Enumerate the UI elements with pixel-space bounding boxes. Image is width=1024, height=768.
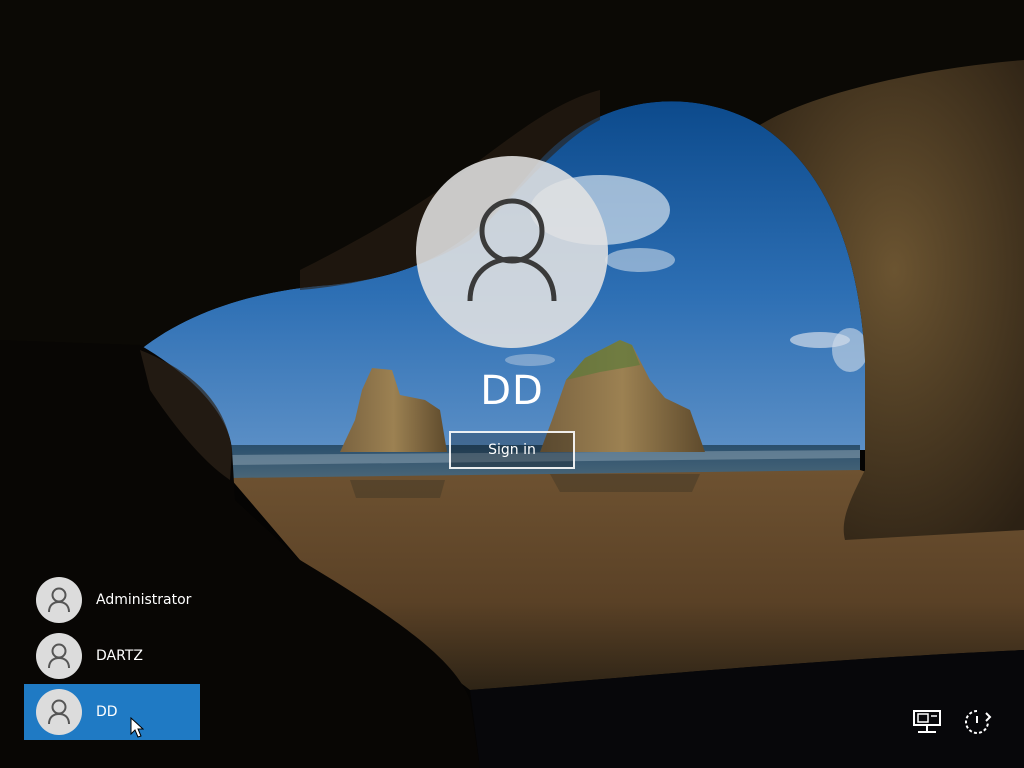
user-silhouette-icon: [48, 587, 70, 613]
user-silhouette-icon: [48, 699, 70, 725]
network-button[interactable]: [910, 705, 944, 739]
user-tile-label: DARTZ: [96, 648, 143, 664]
user-silhouette-icon: [48, 643, 70, 669]
network-icon: [913, 710, 941, 733]
user-tile-label: DD: [96, 704, 118, 720]
current-user-avatar: [416, 156, 608, 348]
power-button[interactable]: [960, 705, 994, 739]
user-tile-label: Administrator: [96, 592, 192, 608]
current-username: DD: [480, 368, 544, 414]
sign-in-button[interactable]: Sign in: [449, 431, 575, 469]
user-list: Administrator DARTZ DD: [24, 572, 200, 740]
user-avatar: [36, 577, 82, 623]
user-tile-dd[interactable]: DD: [24, 684, 200, 740]
login-screen: DD Sign in Administrator DARTZ DD: [0, 0, 1024, 768]
system-tray: [910, 705, 994, 739]
user-avatar: [36, 689, 82, 735]
user-tile-administrator[interactable]: Administrator: [24, 572, 200, 628]
power-icon: [965, 710, 992, 734]
user-avatar: [36, 633, 82, 679]
user-silhouette-icon: [467, 198, 557, 302]
user-tile-dartz[interactable]: DARTZ: [24, 628, 200, 684]
